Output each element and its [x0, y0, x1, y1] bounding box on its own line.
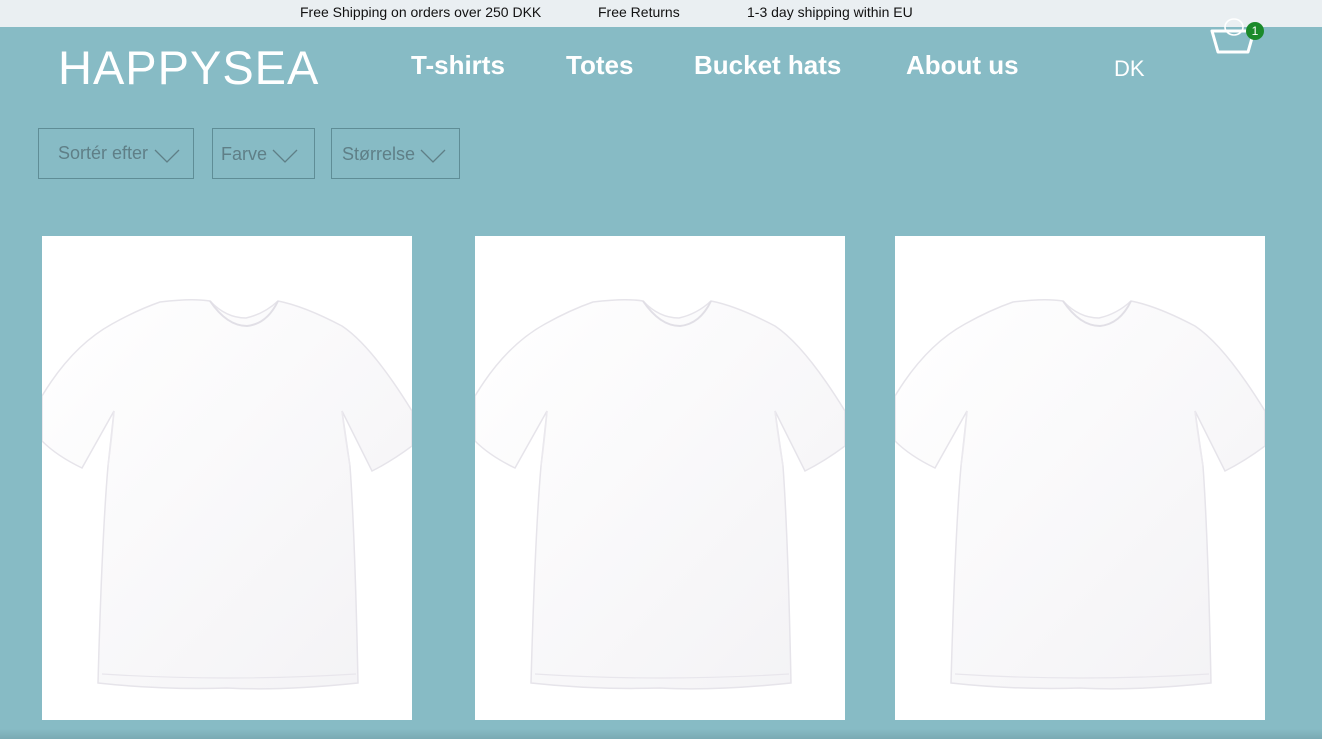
chevron-down-icon — [154, 149, 180, 163]
nav-item-bucket-hats[interactable]: Bucket hats — [694, 50, 841, 81]
page-bottom-edge — [0, 729, 1322, 739]
announcement-free-shipping: Free Shipping on orders over 250 DKK — [300, 4, 542, 20]
tshirt-image — [42, 298, 412, 690]
size-filter-dropdown[interactable]: Størrelse — [331, 128, 460, 179]
logo[interactable]: HAPPYSEA — [58, 40, 319, 95]
color-filter-dropdown[interactable]: Farve — [212, 128, 315, 179]
product-card[interactable] — [895, 236, 1265, 720]
chevron-down-icon — [272, 149, 298, 163]
tshirt-image — [475, 298, 845, 690]
sort-dropdown[interactable]: Sortér efter — [38, 128, 194, 179]
color-filter-label: Farve — [221, 144, 268, 164]
site-header: HAPPYSEA T-shirts Totes Bucket hats Abou… — [0, 27, 1322, 107]
announcement-free-returns: Free Returns — [598, 4, 680, 20]
cart-count-badge: 1 — [1246, 22, 1264, 40]
sort-label: Sortér efter — [58, 143, 149, 163]
announcement-shipping-time: 1-3 day shipping within EU — [747, 4, 913, 20]
chevron-down-icon — [420, 149, 446, 163]
language-selector[interactable]: DK — [1114, 56, 1145, 82]
nav-item-tshirts[interactable]: T-shirts — [411, 50, 505, 81]
nav-item-about-us[interactable]: About us — [906, 50, 1019, 81]
nav-item-totes[interactable]: Totes — [566, 50, 633, 81]
size-filter-label: Størrelse — [342, 144, 416, 164]
product-card[interactable] — [475, 236, 845, 720]
product-card[interactable] — [42, 236, 412, 720]
tshirt-image — [895, 298, 1265, 690]
announcement-bar: Free Shipping on orders over 250 DKK Fre… — [0, 0, 1322, 27]
